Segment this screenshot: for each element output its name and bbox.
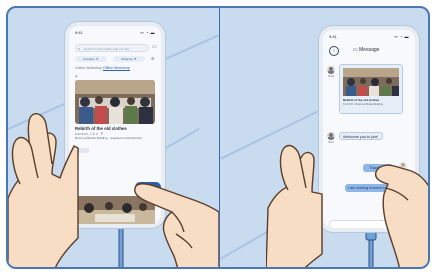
tab-online-workshop[interactable]: Online Workshop (75, 66, 102, 70)
search-input[interactable]: ⌕ Search for the hobby club you like (75, 44, 149, 52)
panel-divider (219, 8, 220, 267)
settings-icon[interactable]: ⚙ (151, 56, 155, 61)
avatar-label: Host (328, 75, 334, 78)
avatar (327, 66, 335, 74)
status-time: 9:41 (329, 34, 337, 39)
shared-event-title: Rebirth of the old clothes (343, 98, 380, 102)
chat-icon[interactable]: ▭ (152, 44, 157, 50)
right-hand-illustration (374, 164, 428, 267)
workshop-tabs: Online Workshop Offline Workshop (75, 66, 155, 72)
status-icons: ▪▪ ◔ ▬ (394, 34, 409, 39)
shared-event-photo (343, 68, 399, 96)
left-hand-illustration (266, 144, 323, 267)
tab-offline-workshop[interactable]: Offline Workshop (103, 66, 130, 71)
welcome-message: Welcome you to join! (339, 132, 383, 140)
right-hand-illustration (134, 183, 219, 267)
left-hand-illustration (8, 113, 79, 267)
search-placeholder: Search for the hobby club you like (84, 47, 130, 51)
filter-distance[interactable]: Distance ▼ (113, 56, 145, 62)
search-icon: ⌕ (78, 46, 81, 51)
page-title: ▭ Message (353, 47, 380, 53)
illustration-frame: 9:41 ▪▪ ◔ ▬ ⌕ Search for the hobby club … (6, 6, 430, 269)
status-time: 9:41 (75, 30, 83, 35)
message-header: ‹ ▭ Message (329, 46, 409, 56)
status-bar: 9:41 ▪▪ ◔ ▬ (329, 34, 409, 42)
avatar-small: ◉ (75, 74, 78, 78)
filter-duration[interactable]: Duration ▼ (75, 56, 107, 62)
shared-event-message[interactable]: Rebirth of the old clothes 8.12 8:30 · B… (339, 64, 403, 114)
back-arrow-icon[interactable]: ‹ (329, 46, 339, 56)
shared-event-sub: 8.12 8:30 · Bromma Blocks Building (343, 103, 383, 106)
status-icons: ▪▪ ◔ ▬ (140, 30, 155, 35)
status-bar: 9:41 ▪▪ ◔ ▬ (75, 30, 155, 38)
